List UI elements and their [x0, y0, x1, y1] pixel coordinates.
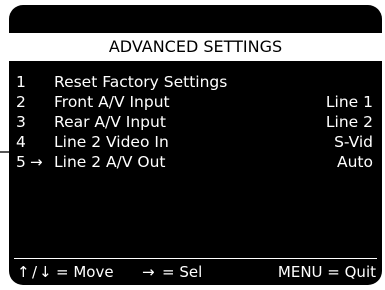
- menu-item-label: Line 2 A/V Out: [54, 153, 166, 171]
- menu-item-number: 1: [16, 73, 26, 91]
- osd-menu-panel: ADVANCED SETTINGS 1 Reset Factory Settin…: [9, 5, 382, 285]
- menu-item-value: Line 2: [325, 113, 373, 131]
- navigation-hint-bar: ↑ / ↓ = Move → = Sel MENU = Quit: [9, 259, 382, 285]
- up-arrow-icon: ↑: [17, 263, 30, 281]
- menu-item-number: 4: [16, 133, 26, 151]
- menu-item-label: Front A/V Input: [54, 93, 170, 111]
- menu-item-value: S-Vid: [334, 133, 373, 151]
- menu-item-front-av-input[interactable]: 2 Front A/V Input Line 1: [9, 92, 382, 112]
- menu-item-label: Rear A/V Input: [54, 113, 166, 131]
- move-hint-text: = Move: [56, 263, 114, 281]
- menu-item-label: Reset Factory Settings: [54, 73, 228, 91]
- menu-item-line2-video-in[interactable]: 4 Line 2 Video In S-Vid: [9, 132, 382, 152]
- menu-item-number: 5: [16, 153, 26, 171]
- down-arrow-icon: ↓: [39, 263, 52, 281]
- side-divider-line: [0, 151, 9, 153]
- menu-list: 1 Reset Factory Settings 2 Front A/V Inp…: [9, 72, 382, 172]
- menu-item-rear-av-input[interactable]: 3 Rear A/V Input Line 2: [9, 112, 382, 132]
- menu-item-reset-factory-settings[interactable]: 1 Reset Factory Settings: [9, 72, 382, 92]
- menu-item-line2-av-out[interactable]: 5 → Line 2 A/V Out Auto: [9, 152, 382, 172]
- right-arrow-icon: →: [142, 263, 155, 281]
- menu-item-number: 2: [16, 93, 26, 111]
- menu-item-value: Auto: [337, 153, 373, 171]
- selection-arrow-icon: →: [30, 153, 43, 171]
- menu-item-number: 3: [16, 113, 26, 131]
- menu-title: ADVANCED SETTINGS: [9, 33, 382, 61]
- menu-item-label: Line 2 Video In: [54, 133, 169, 151]
- menu-quit-hint: MENU = Quit: [277, 263, 376, 281]
- select-hint-text: = Sel: [162, 263, 203, 281]
- menu-item-value: Line 1: [325, 93, 373, 111]
- hint-slash: /: [32, 263, 38, 281]
